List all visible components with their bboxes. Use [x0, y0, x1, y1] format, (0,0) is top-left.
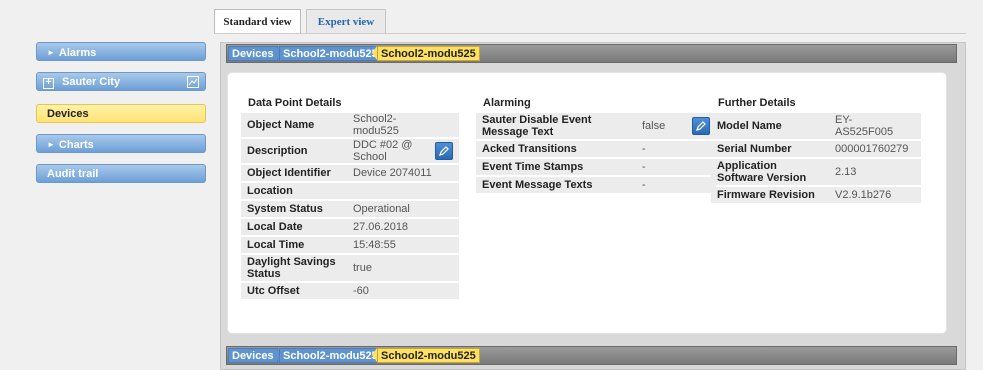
- breadcrumb-module[interactable]: School2-modu525: [279, 348, 382, 363]
- row-key: Sauter Disable Event Message Text: [476, 113, 636, 139]
- sidebar-item-label: Devices: [47, 108, 89, 120]
- row-value: Operational: [347, 201, 459, 217]
- sidebar-item-label: Alarms: [58, 47, 97, 59]
- breadcrumb-top: Devices School2-modu525 School2-modu525: [226, 44, 957, 63]
- row-value: -: [636, 177, 716, 193]
- row-value-cell: DDC #02 @ School: [347, 139, 459, 163]
- section-title: Data Point Details: [248, 97, 342, 109]
- sidebar-item-label: Audit trail: [47, 168, 99, 180]
- breadcrumb-bottom: Devices School2-modu525 School2-modu525: [226, 346, 957, 365]
- pencil-icon: [696, 121, 706, 131]
- row-value: 15:48:55: [347, 237, 459, 253]
- row-key: Description: [241, 139, 347, 163]
- row-key: Application Software Version: [711, 159, 829, 185]
- row-value: false: [642, 120, 666, 132]
- breadcrumb-module[interactable]: School2-modu525: [279, 46, 382, 61]
- row-key: Location: [241, 183, 347, 199]
- row-value: V2.9.1b276: [829, 187, 921, 203]
- sidebar-item-label: Sauter City: [62, 76, 121, 88]
- pencil-icon: [439, 146, 449, 156]
- row-value: 000001760279: [829, 141, 921, 157]
- tab-expert-view[interactable]: Expert view: [306, 9, 386, 33]
- sidebar-item-sauter-city[interactable]: + Sauter City: [36, 72, 206, 91]
- sidebar-item-audit-trail[interactable]: Audit trail: [36, 164, 206, 183]
- edit-description-button[interactable]: [435, 142, 453, 160]
- breadcrumb-devices[interactable]: Devices: [228, 46, 278, 61]
- data-point-details-table: Object Name School2- modu525 Description D…: [241, 111, 459, 301]
- row-value: EY- AS525F005: [829, 113, 921, 139]
- row-key: Local Time: [241, 237, 347, 253]
- row-key: Firmware Revision: [711, 187, 829, 203]
- further-details-section: Further Details Model Name EY- AS525F005 …: [711, 97, 921, 205]
- sidebar-item-charts[interactable]: ► Charts: [36, 134, 206, 153]
- row-value: School2- modu525: [347, 113, 459, 137]
- triangle-right-icon: ►: [47, 48, 55, 57]
- picture-icon[interactable]: [187, 76, 199, 88]
- row-value: Device 2074011: [347, 165, 459, 181]
- row-key: Event Time Stamps: [476, 159, 636, 175]
- breadcrumb-current: School2-modu525: [377, 46, 480, 61]
- breadcrumb-current: School2-modu525: [377, 348, 480, 363]
- row-key: Daylight Savings Status: [241, 255, 347, 281]
- section-title: Further Details: [718, 97, 796, 109]
- row-key: Local Date: [241, 219, 347, 235]
- expand-plus-icon[interactable]: +: [43, 78, 54, 89]
- data-point-details-section: Data Point Details Object Name School2- m…: [241, 97, 459, 301]
- alarming-table: Sauter Disable Event Message Text false A…: [476, 111, 716, 195]
- sidebar-item-devices[interactable]: Devices: [36, 104, 206, 123]
- alarming-section: Alarming Sauter Disable Event Message Te…: [476, 97, 716, 195]
- tabs-divider: [214, 33, 966, 34]
- triangle-right-icon: ►: [47, 140, 55, 149]
- row-value: true: [347, 255, 459, 281]
- row-key: System Status: [241, 201, 347, 217]
- row-key: Event Message Texts: [476, 177, 636, 193]
- row-value: -: [636, 141, 716, 157]
- row-value: DDC #02 @ School: [353, 139, 413, 163]
- row-key: Object Name: [241, 113, 347, 137]
- further-details-table: Model Name EY- AS525F005 Serial Number 000…: [711, 111, 921, 205]
- edit-disable-event-button[interactable]: [692, 117, 710, 135]
- row-value: -60: [347, 283, 459, 299]
- section-title: Alarming: [483, 97, 531, 109]
- row-value: 27.06.2018: [347, 219, 459, 235]
- row-value: [347, 183, 459, 199]
- row-key: Acked Transitions: [476, 141, 636, 157]
- row-key: Utc Offset: [241, 283, 347, 299]
- tab-standard-view[interactable]: Standard view: [214, 9, 301, 33]
- row-key: Object Identifier: [241, 165, 347, 181]
- breadcrumb-devices[interactable]: Devices: [228, 348, 278, 363]
- row-key: Serial Number: [711, 141, 829, 157]
- sidebar-item-label: Charts: [58, 139, 94, 151]
- row-key: Model Name: [711, 113, 829, 139]
- row-value: -: [636, 159, 716, 175]
- sidebar-item-alarms[interactable]: ► Alarms: [36, 42, 206, 61]
- row-value-cell: false: [636, 113, 716, 139]
- row-value: 2.13: [829, 159, 921, 185]
